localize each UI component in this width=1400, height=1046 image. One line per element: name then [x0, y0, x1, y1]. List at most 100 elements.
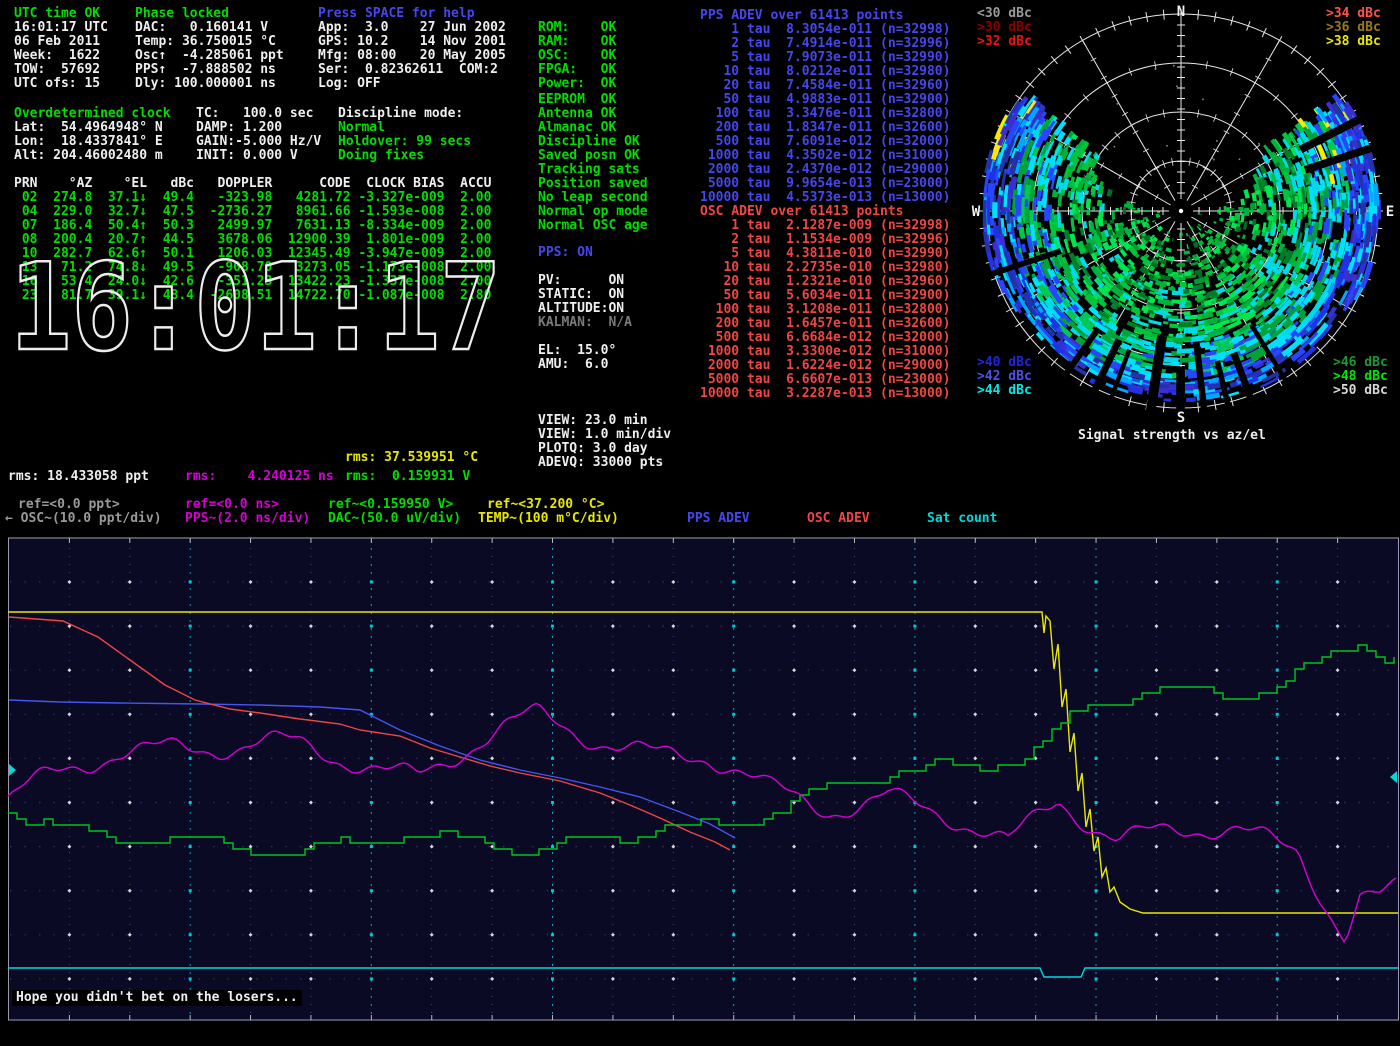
- legend-pps-adev: PPS ADEV: [687, 512, 750, 526]
- text-line: Dly: 100.000001 ns: [135, 77, 284, 91]
- text-line: DAC: 0.160141 V: [135, 21, 284, 35]
- svg-text:E: E: [1386, 204, 1394, 220]
- text-line: UTC ofs: 15: [14, 77, 108, 91]
- plot-message: Hope you didn't bet on the losers...: [12, 990, 302, 1006]
- text-line: EL: 15.0°: [538, 344, 616, 358]
- text-line: Doing fixes: [338, 149, 471, 163]
- text-line: Discipline OK: [538, 135, 648, 149]
- text-line: 2 tau 1.1534e-009 (n=32996): [700, 233, 950, 247]
- text-line: VIEW: 23.0 min: [538, 414, 671, 428]
- text-line: TOW: 57692: [14, 63, 108, 77]
- text-line: 20 tau 7.4584e-011 (n=32960): [700, 79, 950, 93]
- text-line: 10000 tau 3.2287e-013 (n=13000): [700, 387, 950, 401]
- legend-scale-dac: DAC~(50.0 uV/div): [328, 512, 461, 526]
- legend-ref-dac: ref~<0.159950 V>: [328, 498, 453, 512]
- text-line: TC: 100.0 sec: [196, 107, 321, 121]
- text-line: 200 tau 1.8347e-011 (n=32600): [700, 121, 950, 135]
- text-line: Overdetermined clock: [14, 107, 171, 121]
- pps-adev-table: PPS ADEV over 61413 points 1 tau 8.3054e…: [700, 9, 950, 205]
- text-line: ROM: OK: [538, 21, 616, 35]
- text-line: 50 tau 4.9883e-011 (n=32900): [700, 93, 950, 107]
- text-line: Tracking sats: [538, 163, 648, 177]
- text-line: 5000 tau 6.6607e-013 (n=23000): [700, 373, 950, 387]
- text-line: Power: OK: [538, 77, 616, 91]
- text-line: 5 tau 7.9073e-011 (n=32990): [700, 51, 950, 65]
- text-line: FPGA: OK: [538, 63, 616, 77]
- text-line: App: 3.0 27 Jun 2002: [318, 21, 506, 35]
- text-line: PPS↑ -7.888502 ns: [135, 63, 284, 77]
- rms-osc: rms: 18.433058 ppt: [8, 470, 149, 484]
- text-line: Lat: 54.4964948° N: [14, 121, 171, 135]
- phase-lock-block: Phase lockedDAC: 0.160141 VTemp: 36.7500…: [135, 7, 284, 91]
- text-line: 500 tau 7.6091e-012 (n=32000): [700, 135, 950, 149]
- legend-scale-osc: ← OSC~(10.0 ppt/div): [5, 512, 162, 526]
- lady-heather-screen: UTC time OK16:01:17 UTC06 Feb 2011Week: …: [0, 0, 1400, 1046]
- text-line: STATIC: ON: [538, 288, 632, 302]
- text-line: RAM: OK: [538, 35, 616, 49]
- text-line: PLOTQ: 3.0 day: [538, 442, 671, 456]
- text-line: GAIN:-5.000 Hz/V: [196, 135, 321, 149]
- text-line: 2000 tau 2.4370e-012 (n=29000): [700, 163, 950, 177]
- text-line: 2000 tau 1.6224e-012 (n=29000): [700, 359, 950, 373]
- text-line: 5000 tau 9.9654e-013 (n=23000): [700, 177, 950, 191]
- text-line: UTC time OK: [14, 7, 108, 21]
- text-line: Mfg: 08:00 20 May 2005: [318, 49, 506, 63]
- polar-sky-plot: NSWE: [966, 0, 1396, 425]
- text-line: 06 Feb 2011: [14, 35, 108, 49]
- pps-state: PPS: ON: [538, 246, 593, 260]
- text-line: ALTITUDE:ON: [538, 302, 632, 316]
- text-line: DAMP: 1.200: [196, 121, 321, 135]
- text-line: GPS: 10.2 14 Nov 2001: [318, 35, 506, 49]
- help-version-block: Press SPACE for helpApp: 3.0 27 Jun 2002…: [318, 7, 506, 91]
- rms-temp: rms: 37.539951 °C: [345, 451, 478, 465]
- svg-text:N: N: [1177, 4, 1185, 20]
- text-line: OSC ADEV over 61413 points: [700, 205, 950, 219]
- text-line: Phase locked: [135, 7, 284, 21]
- text-line: OSC: OK: [538, 49, 616, 63]
- text-line: 02 274.8 37.1↓ 49.4 -323.98 4281.72 -3.3…: [14, 191, 491, 205]
- svg-text:W: W: [972, 204, 981, 220]
- text-line: INIT: 0.000 V: [196, 149, 321, 163]
- text-line: 10000 tau 4.5373e-013 (n=13000): [700, 191, 950, 205]
- text-line: Discipline mode:: [338, 107, 471, 121]
- text-line: Position saved: [538, 177, 648, 191]
- text-line: Log: OFF: [318, 77, 506, 91]
- text-line: 20 tau 1.2321e-010 (n=32960): [700, 275, 950, 289]
- legend-sat-count: Sat count: [927, 512, 997, 526]
- text-line: Holdover: 99 secs: [338, 135, 471, 149]
- text-line: Alt: 204.46002480 m: [14, 149, 171, 163]
- text-line: 5 tau 4.3811e-010 (n=32990): [700, 247, 950, 261]
- text-line: Ser: 0.82362611 COM:2: [318, 63, 506, 77]
- text-line: No leap second: [538, 191, 648, 205]
- legend-ref-temp: ref~<37.200 °C>: [487, 498, 604, 512]
- text-line: 2 tau 7.4914e-011 (n=32996): [700, 37, 950, 51]
- text-line: Normal: [338, 121, 471, 135]
- text-line: 10 tau 2.2735e-010 (n=32980): [700, 261, 950, 275]
- text-line: Normal OSC age: [538, 219, 648, 233]
- text-line: Week: 1622: [14, 49, 108, 63]
- text-line: Press SPACE for help: [318, 7, 506, 21]
- text-line: ADEVQ: 33000 pts: [538, 456, 671, 470]
- text-line: PV: ON: [538, 274, 632, 288]
- legend-osc-adev: OSC ADEV: [807, 512, 870, 526]
- text-line: 100 tau 3.1208e-011 (n=32800): [700, 303, 950, 317]
- text-line: 16:01:17 UTC: [14, 21, 108, 35]
- text-line: VIEW: 1.0 min/div: [538, 428, 671, 442]
- osc-adev-table: OSC ADEV over 61413 points 1 tau 2.1287e…: [700, 205, 950, 401]
- mask-block: EL: 15.0°AMU: 6.0: [538, 344, 616, 372]
- text-line: 50 tau 5.6034e-011 (n=32900): [700, 289, 950, 303]
- polar-plot-title: Signal strength vs az/el: [1078, 429, 1266, 443]
- text-line: Lon: 18.4337841° E: [14, 135, 171, 149]
- text-line: 500 tau 6.6684e-012 (n=32000): [700, 331, 950, 345]
- text-line: AMU: 6.0: [538, 358, 616, 372]
- loop-params-block: TC: 100.0 secDAMP: 1.200GAIN:-5.000 Hz/V…: [196, 107, 321, 163]
- discipline-mode-block: Discipline mode:NormalHoldover: 99 secsD…: [338, 107, 471, 163]
- text-line: Osc↑ -4.285061 ppt: [135, 49, 284, 63]
- text-line: 04 229.0 32.7↓ 47.5 -2736.27 8961.66 -1.…: [14, 205, 491, 219]
- legend-scale-pps: PPS~(2.0 ns/div): [185, 512, 310, 526]
- legend-ref-pps: ref=<0.0 ns>: [185, 498, 279, 512]
- utc-time-block: UTC time OK16:01:17 UTC06 Feb 2011Week: …: [14, 7, 108, 91]
- fix-flags-block: PV: ONSTATIC: ONALTITUDE:ONKALMAN: N/A: [538, 274, 632, 330]
- text-line: EEPROM OK: [538, 93, 648, 107]
- text-line: Normal op mode: [538, 205, 648, 219]
